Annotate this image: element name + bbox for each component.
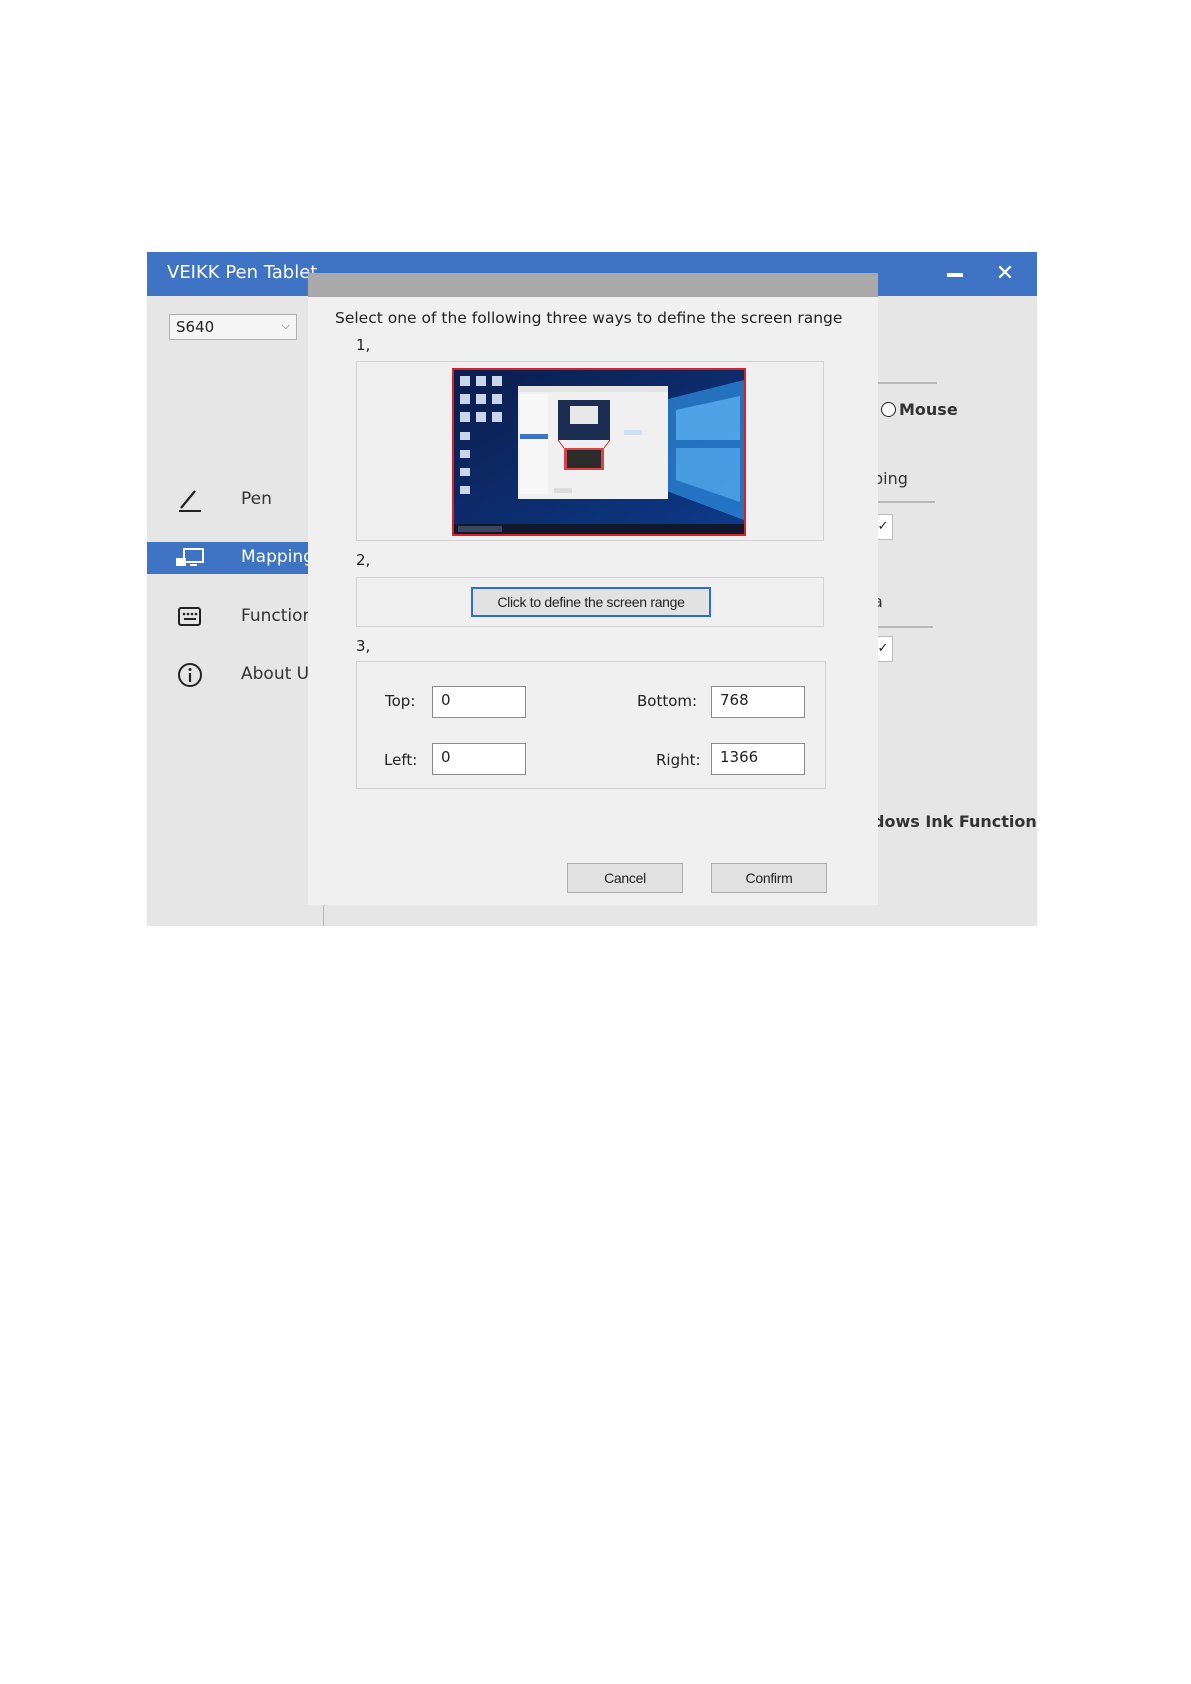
right-field[interactable]: 1366	[711, 743, 805, 775]
windows-ink-label: dows Ink Function	[873, 812, 1037, 831]
screen-preview-panel	[356, 361, 824, 541]
cancel-button[interactable]: Cancel	[567, 863, 683, 893]
mapping-heading-fragment: ping	[873, 469, 908, 488]
radio-icon	[881, 402, 896, 417]
mouse-label: Mouse	[899, 400, 958, 419]
keyboard-icon	[178, 607, 201, 626]
confirm-button[interactable]: Confirm	[711, 863, 827, 893]
define-range-panel: Click to define the screen range	[356, 577, 824, 627]
manual-range-panel: Top: 0 Bottom: 768 Left: 0 Right: 1366	[356, 661, 826, 789]
chevron-down-icon: ⌵	[281, 319, 290, 332]
step-2-label: 2,	[356, 551, 371, 569]
screen-range-dialog: Select one of the following three ways t…	[308, 273, 878, 905]
left-field[interactable]: 0	[432, 743, 526, 775]
bottom-field[interactable]: 768	[711, 686, 805, 718]
sidebar-item-label: Pen	[241, 489, 272, 509]
sidebar-item-pen[interactable]: Pen	[147, 484, 309, 516]
mouse-radio[interactable]: Mouse	[881, 400, 958, 419]
dialog-title-bar	[308, 273, 878, 297]
screen-preview-image[interactable]	[452, 368, 746, 536]
sidebar-item-function[interactable]: Function	[147, 601, 313, 633]
sidebar-item-about[interactable]: About Us	[147, 659, 318, 691]
pen-icon	[179, 490, 201, 512]
minimize-icon	[947, 273, 963, 277]
left-label: Left:	[384, 751, 418, 769]
sidebar-item-label: About Us	[241, 664, 318, 684]
info-icon	[178, 663, 202, 687]
monitor-icon	[176, 548, 204, 566]
dialog-instruction: Select one of the following three ways t…	[335, 309, 843, 327]
step-1-label: 1,	[356, 336, 371, 354]
sidebar-item-mapping[interactable]: Mapping	[147, 542, 314, 574]
desktop-thumbnail	[454, 370, 744, 534]
bottom-label: Bottom:	[637, 692, 698, 710]
sidebar-item-label: Mapping	[241, 547, 314, 567]
define-screen-range-button[interactable]: Click to define the screen range	[471, 587, 711, 617]
sidebar-item-label: Function	[241, 606, 314, 626]
app-title: VEIKK Pen Tablet	[167, 262, 318, 283]
close-icon: ✕	[995, 261, 1015, 286]
device-select[interactable]: S640 ⌵	[169, 314, 297, 340]
minimize-button[interactable]	[939, 258, 971, 290]
step-3-label: 3,	[356, 637, 371, 655]
device-select-value: S640	[176, 318, 215, 336]
top-field[interactable]: 0	[432, 686, 526, 718]
right-label: Right:	[656, 751, 701, 769]
divider	[873, 626, 933, 628]
divider	[873, 382, 937, 384]
divider	[873, 501, 935, 503]
close-button[interactable]: ✕	[989, 258, 1021, 290]
top-label: Top:	[385, 692, 416, 710]
